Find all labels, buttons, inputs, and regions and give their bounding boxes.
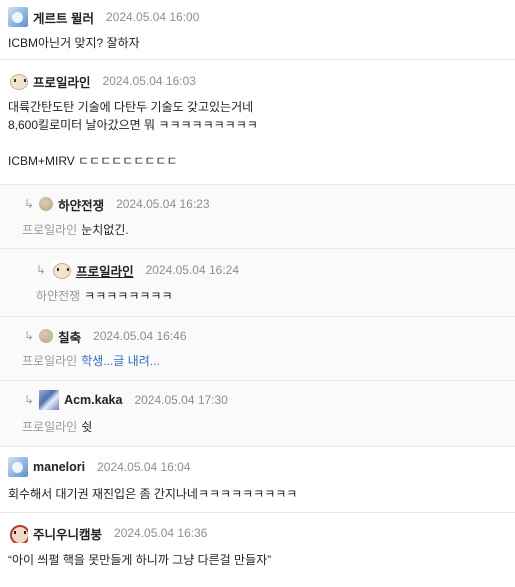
comment-author[interactable]: 프로일라인	[33, 72, 91, 91]
comment-text: 프로일라인 눈치없긴.	[22, 223, 129, 237]
comment-author[interactable]: Acm.kaka	[64, 393, 122, 407]
comment-date: 2024.05.04 16:24	[145, 263, 239, 277]
dog-avatar-icon[interactable]	[8, 523, 28, 543]
mention-tag[interactable]: 프로일라인	[22, 420, 77, 434]
comment-author[interactable]: 프로일라인	[76, 261, 134, 280]
beige-circle-icon[interactable]	[39, 197, 54, 211]
comment-author[interactable]: 하얀전쟁	[58, 195, 104, 214]
comment-text: 프로일라인 쉿	[22, 420, 93, 434]
comment-date: 2024.05.04 16:46	[93, 329, 187, 343]
reply-item: ↳ Acm.kaka 2024.05.04 17:30 프로일라인 쉿	[0, 381, 515, 447]
mention-tag[interactable]: 하얀전쟁	[36, 289, 80, 303]
comment-link[interactable]: 학생...글 내려...	[81, 354, 160, 368]
puppy-icon[interactable]	[8, 71, 28, 91]
comment-text: 회수해서 대기권 재진입은 좀 간지나네ㅋㅋㅋㅋㅋㅋㅋㅋㅋ	[8, 487, 298, 501]
comment-text: “아이 씌펄 핵을 못만들게 하니까 그냥 다른걸 만들자”	[8, 553, 272, 567]
comment-item: 프로일라인 2024.05.04 16:03 대륙간탄도탄 기술에 다탄두 기술…	[0, 60, 515, 185]
comment-author[interactable]: manelori	[33, 460, 85, 474]
comment-item: manelori 2024.05.04 16:04 회수해서 대기권 재진입은 …	[0, 447, 515, 513]
reply-arrow-icon: ↳	[24, 329, 35, 343]
mention-tag[interactable]: 프로일라인	[22, 223, 77, 237]
comment-date: 2024.05.04 16:03	[102, 74, 196, 88]
comment-item: 게르트 뮐러 2024.05.04 16:00 ICBM아닌거 맞지? 잘하자	[0, 0, 515, 60]
comment-list: 게르트 뮐러 2024.05.04 16:00 ICBM아닌거 맞지? 잘하자 …	[0, 0, 515, 587]
comment-text: 하얀전쟁 ㅋㅋㅋㅋㅋㅋㅋㅋ	[36, 289, 173, 303]
reply-item: ↳ 하얀전쟁 2024.05.04 16:23 프로일라인 눈치없긴.	[0, 185, 515, 249]
comment-date: 2024.05.04 17:30	[134, 393, 228, 407]
comment-author[interactable]: 칠축	[58, 327, 81, 346]
comment-date: 2024.05.04 16:23	[116, 197, 210, 211]
comment-author[interactable]: 주니우니캠붕	[33, 524, 102, 543]
comment-text: 대륙간탄도탄 기술에 다탄두 기술도 갖고있는거네 8,600킬로미터 날아갔으면…	[8, 100, 258, 168]
blue-mascot-icon[interactable]	[8, 7, 28, 27]
reply-arrow-icon: ↳	[24, 197, 35, 211]
reply-arrow-icon: ↳	[24, 393, 35, 407]
reply-arrow-icon: ↳	[36, 263, 47, 277]
reply-item: ↳ 프로일라인 2024.05.04 16:24 하얀전쟁 ㅋㅋㅋㅋㅋㅋㅋㅋ	[0, 249, 515, 317]
blue-mascot-icon[interactable]	[8, 457, 28, 477]
comment-item: 주니우니캠붕 2024.05.04 16:36 “아이 씌펄 핵을 못만들게 하…	[0, 513, 515, 587]
mention-tag[interactable]: 프로일라인	[22, 354, 77, 368]
comment-author[interactable]: 게르트 뮐러	[33, 8, 94, 27]
comment-date: 2024.05.04 16:36	[114, 526, 208, 540]
comment-text: 프로일라인 학생...글 내려...	[22, 352, 160, 370]
reply-item: ↳ 칠축 2024.05.04 16:46 프로일라인 학생...글 내려...	[0, 317, 515, 381]
comment-date: 2024.05.04 16:00	[105, 10, 200, 24]
beige-circle-icon[interactable]	[39, 329, 54, 343]
puppy-icon[interactable]	[51, 260, 72, 280]
comment-text: ICBM아닌거 맞지? 잘하자	[8, 36, 140, 50]
pixel-art-icon[interactable]	[39, 390, 60, 410]
comment-date: 2024.05.04 16:04	[97, 460, 191, 474]
